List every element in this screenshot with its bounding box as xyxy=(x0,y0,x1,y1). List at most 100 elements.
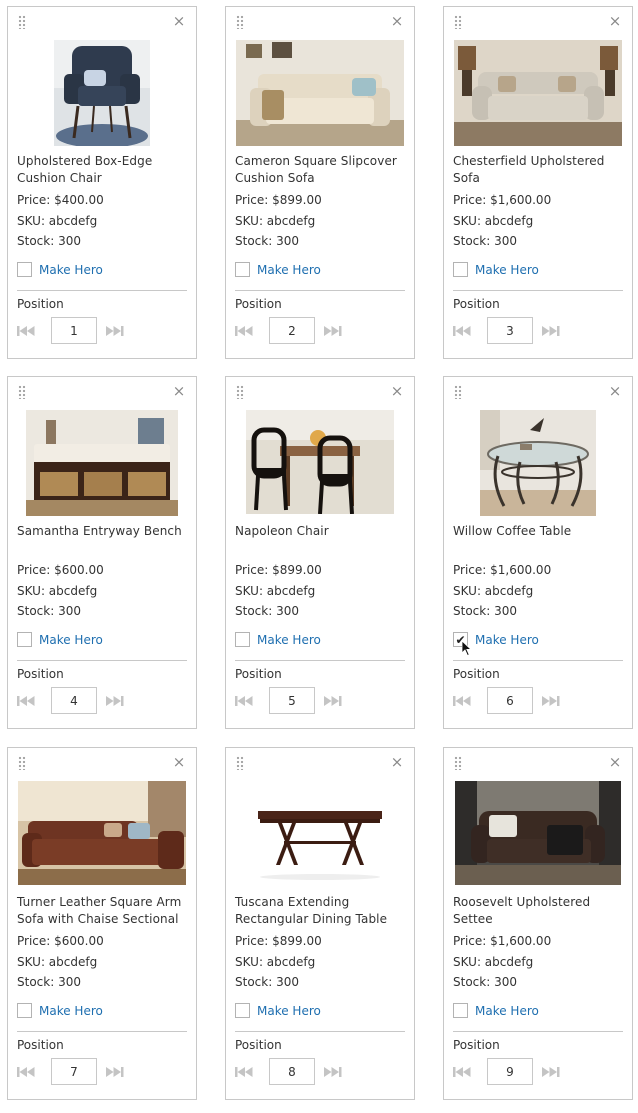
divider xyxy=(17,1031,187,1032)
skip-to-last-icon[interactable] xyxy=(324,1066,342,1078)
drag-handle-icon[interactable] xyxy=(454,15,462,29)
skip-to-last-icon[interactable] xyxy=(106,695,124,707)
make-hero-checkbox[interactable] xyxy=(235,262,250,277)
skip-to-first-icon[interactable] xyxy=(235,1066,253,1078)
position-input[interactable] xyxy=(269,1058,315,1085)
make-hero-checkbox[interactable] xyxy=(17,262,32,277)
product-sku: SKU: abcdefg xyxy=(235,583,316,598)
skip-to-first-icon[interactable] xyxy=(453,695,471,707)
drag-handle-icon[interactable] xyxy=(236,385,244,399)
drag-handle-icon[interactable] xyxy=(454,756,462,770)
make-hero-checkbox[interactable] xyxy=(235,632,250,647)
close-icon[interactable]: × xyxy=(390,383,404,399)
position-label: Position xyxy=(235,1038,282,1052)
make-hero-link[interactable]: Make Hero xyxy=(475,633,539,647)
position-label: Position xyxy=(453,297,500,311)
skip-to-last-icon[interactable] xyxy=(324,325,342,337)
skip-to-first-icon[interactable] xyxy=(453,1066,471,1078)
product-sku: SKU: abcdefg xyxy=(17,954,98,969)
product-title: Turner Leather Square Arm Sofa with Chai… xyxy=(17,895,182,926)
make-hero-checkbox[interactable] xyxy=(17,632,32,647)
skip-to-last-icon[interactable] xyxy=(106,325,124,337)
make-hero-checkbox[interactable] xyxy=(453,1003,468,1018)
close-icon[interactable]: × xyxy=(172,383,186,399)
close-icon[interactable]: × xyxy=(390,13,404,29)
position-input[interactable] xyxy=(487,1058,533,1085)
skip-to-first-icon[interactable] xyxy=(17,1066,35,1078)
position-input[interactable] xyxy=(487,317,533,344)
product-card-4: × Samantha Entryway Bench Price: $600.00… xyxy=(7,376,197,729)
drag-handle-icon[interactable] xyxy=(18,15,26,29)
close-icon[interactable]: × xyxy=(608,383,622,399)
divider xyxy=(17,660,187,661)
product-stock: Stock: 300 xyxy=(235,604,299,618)
drag-handle-icon[interactable] xyxy=(236,15,244,29)
make-hero-checkbox[interactable] xyxy=(235,1003,250,1018)
close-icon[interactable]: × xyxy=(608,13,622,29)
divider xyxy=(453,1031,623,1032)
drag-handle-icon[interactable] xyxy=(18,385,26,399)
skip-to-first-icon[interactable] xyxy=(235,695,253,707)
drag-handle-icon[interactable] xyxy=(236,756,244,770)
position-input[interactable] xyxy=(51,687,97,714)
product-image xyxy=(444,781,632,887)
skip-to-last-icon[interactable] xyxy=(106,1066,124,1078)
position-input[interactable] xyxy=(487,687,533,714)
skip-to-first-icon[interactable] xyxy=(17,325,35,337)
make-hero-control: Make Hero xyxy=(235,632,321,647)
skip-to-last-icon[interactable] xyxy=(542,325,560,337)
product-card-9: × Roosevelt Upholstered Settee Price: $1… xyxy=(443,747,633,1100)
position-input[interactable] xyxy=(269,317,315,344)
position-input[interactable] xyxy=(269,687,315,714)
position-controls xyxy=(453,317,560,344)
skip-to-last-icon[interactable] xyxy=(324,695,342,707)
product-stock: Stock: 300 xyxy=(235,234,299,248)
make-hero-link[interactable]: Make Hero xyxy=(39,1004,103,1018)
make-hero-link[interactable]: Make Hero xyxy=(39,263,103,277)
product-card-6: × Willow Coffee Table Price: $1,600.00 S… xyxy=(443,376,633,729)
make-hero-link[interactable]: Make Hero xyxy=(475,1004,539,1018)
skip-to-first-icon[interactable] xyxy=(235,325,253,337)
make-hero-control: Make Hero xyxy=(453,1003,539,1018)
product-meta: Price: $1,600.00 SKU: abcdefg Stock: 300 xyxy=(453,931,551,993)
close-icon[interactable]: × xyxy=(172,754,186,770)
make-hero-control: Make Hero xyxy=(235,1003,321,1018)
make-hero-link[interactable]: Make Hero xyxy=(257,1004,321,1018)
position-controls xyxy=(235,687,342,714)
product-sku: SKU: abcdefg xyxy=(17,583,98,598)
close-icon[interactable]: × xyxy=(390,754,404,770)
product-price: Price: $600.00 xyxy=(17,934,104,948)
make-hero-link[interactable]: Make Hero xyxy=(257,633,321,647)
close-icon[interactable]: × xyxy=(608,754,622,770)
product-card-2: × Cameron Square Slipcover Cushion Sofa … xyxy=(225,6,415,359)
skip-to-first-icon[interactable] xyxy=(453,325,471,337)
product-title: Samantha Entryway Bench xyxy=(17,524,182,538)
product-stock: Stock: 300 xyxy=(17,604,81,618)
skip-to-last-icon[interactable] xyxy=(542,695,560,707)
product-image xyxy=(226,410,414,516)
position-label: Position xyxy=(235,667,282,681)
position-controls xyxy=(235,317,342,344)
product-stock: Stock: 300 xyxy=(17,975,81,989)
position-controls xyxy=(17,317,124,344)
make-hero-checkbox[interactable] xyxy=(453,262,468,277)
product-card-1: × Upholstered Box-Edge Cushion Chair Pri… xyxy=(7,6,197,359)
position-input[interactable] xyxy=(51,317,97,344)
position-input[interactable] xyxy=(51,1058,97,1085)
skip-to-last-icon[interactable] xyxy=(542,1066,560,1078)
make-hero-link[interactable]: Make Hero xyxy=(257,263,321,277)
make-hero-link[interactable]: Make Hero xyxy=(475,263,539,277)
product-price: Price: $899.00 xyxy=(235,193,322,207)
make-hero-control: Make Hero xyxy=(453,262,539,277)
close-icon[interactable]: × xyxy=(172,13,186,29)
skip-to-first-icon[interactable] xyxy=(17,695,35,707)
make-hero-link[interactable]: Make Hero xyxy=(39,633,103,647)
drag-handle-icon[interactable] xyxy=(18,756,26,770)
product-price: Price: $899.00 xyxy=(235,563,322,577)
drag-handle-icon[interactable] xyxy=(454,385,462,399)
product-card-5: × Napoleon Chair Price: $899.00 SKU: abc… xyxy=(225,376,415,729)
product-meta: Price: $600.00 SKU: abcdefg Stock: 300 xyxy=(17,560,104,622)
product-card-8: × Tuscana Extending Rectangular Dining T… xyxy=(225,747,415,1100)
make-hero-checkbox[interactable] xyxy=(17,1003,32,1018)
product-sku: SKU: abcdefg xyxy=(17,213,98,228)
